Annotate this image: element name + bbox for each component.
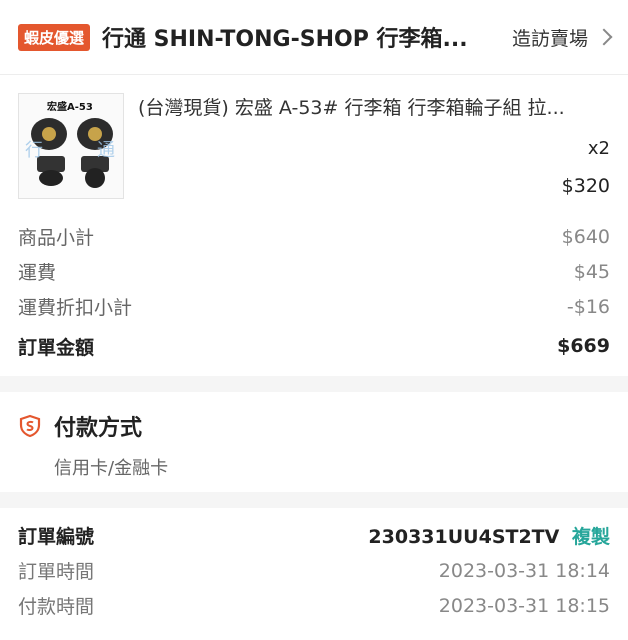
subtotal-value: $640 bbox=[561, 225, 610, 248]
svg-text:行: 行 bbox=[25, 140, 43, 161]
subtotal-row: 商品小計 $640 bbox=[0, 219, 628, 254]
product-title[interactable]: (台灣現貨) 宏盛 A-53# 行李箱 行李箱輪子組 拉... bbox=[138, 93, 594, 120]
shop-name[interactable]: 行通 SHIN-TONG-SHOP 行李箱... bbox=[102, 21, 492, 53]
thumb-label: 宏盛A-53 bbox=[47, 100, 93, 113]
order-item-card: 蝦皮優選 行通 SHIN-TONG-SHOP 行李箱... 造訪賣場 宏盛A-5… bbox=[0, 0, 628, 376]
visit-shop-label: 造訪賣場 bbox=[511, 27, 588, 50]
shipping-row: 運費 $45 bbox=[0, 254, 628, 289]
payment-time-row: 付款時間 2023-03-31 18:15 bbox=[0, 588, 628, 623]
svg-text:通: 通 bbox=[97, 140, 115, 161]
shipping-discount-row: 運費折扣小計 -$16 bbox=[0, 289, 628, 324]
shipping-discount-value: -$16 bbox=[566, 295, 610, 318]
order-id-label: 訂單編號 bbox=[18, 526, 95, 548]
payment-method: 信用卡/金融卡 bbox=[54, 458, 169, 479]
product-thumbnail[interactable]: 宏盛A-53 行 通 bbox=[18, 93, 124, 199]
preferred-badge: 蝦皮優選 bbox=[18, 23, 91, 51]
visit-shop-button[interactable]: 造訪賣場 bbox=[511, 24, 613, 51]
copy-order-id-button[interactable]: 複製 bbox=[572, 526, 610, 548]
shipping-value: $45 bbox=[573, 260, 610, 283]
shipping-discount-label: 運費折扣小計 bbox=[18, 297, 133, 319]
payment-time-value: 2023-03-31 18:15 bbox=[438, 594, 610, 617]
payment-time-label: 付款時間 bbox=[18, 596, 95, 618]
shipping-label: 運費 bbox=[18, 262, 57, 284]
order-time-value: 2023-03-31 18:14 bbox=[438, 559, 610, 582]
payment-card: 付款方式 信用卡/金融卡 bbox=[0, 392, 628, 492]
order-time-row: 訂單時間 2023-03-31 18:14 bbox=[0, 553, 628, 588]
order-total-row: 訂單金額 $669 bbox=[0, 324, 628, 368]
order-id-row: 訂單編號 230331UU4ST2TV 複製 bbox=[0, 518, 628, 553]
chevron-right-icon bbox=[595, 28, 613, 46]
product-row[interactable]: 宏盛A-53 行 通 (台灣現貨) 宏盛 A-53# 行李箱 行李箱輪子組 拉.… bbox=[0, 75, 628, 217]
price-summary: 商品小計 $640 運費 $45 運費折扣小計 -$16 訂單金額 $669 bbox=[0, 217, 628, 368]
product-info: (台灣現貨) 宏盛 A-53# 行李箱 行李箱輪子組 拉... x2 $320 bbox=[138, 93, 610, 217]
order-id-value: 230331UU4ST2TV bbox=[368, 526, 560, 548]
shield-s-icon bbox=[19, 414, 41, 438]
shop-header[interactable]: 蝦皮優選 行通 SHIN-TONG-SHOP 行李箱... 造訪賣場 bbox=[0, 0, 628, 75]
order-info-card: 訂單編號 230331UU4ST2TV 複製 訂單時間 2023-03-31 1… bbox=[0, 508, 628, 640]
subtotal-label: 商品小計 bbox=[18, 227, 95, 249]
order-total-value: $669 bbox=[557, 335, 610, 357]
payment-heading: 付款方式 bbox=[54, 416, 143, 441]
order-total-label: 訂單金額 bbox=[18, 336, 95, 359]
product-price: $320 bbox=[561, 175, 610, 197]
product-quantity: x2 bbox=[587, 138, 610, 159]
order-time-label: 訂單時間 bbox=[18, 561, 95, 583]
payment-heading-row: 付款方式 bbox=[0, 392, 628, 442]
